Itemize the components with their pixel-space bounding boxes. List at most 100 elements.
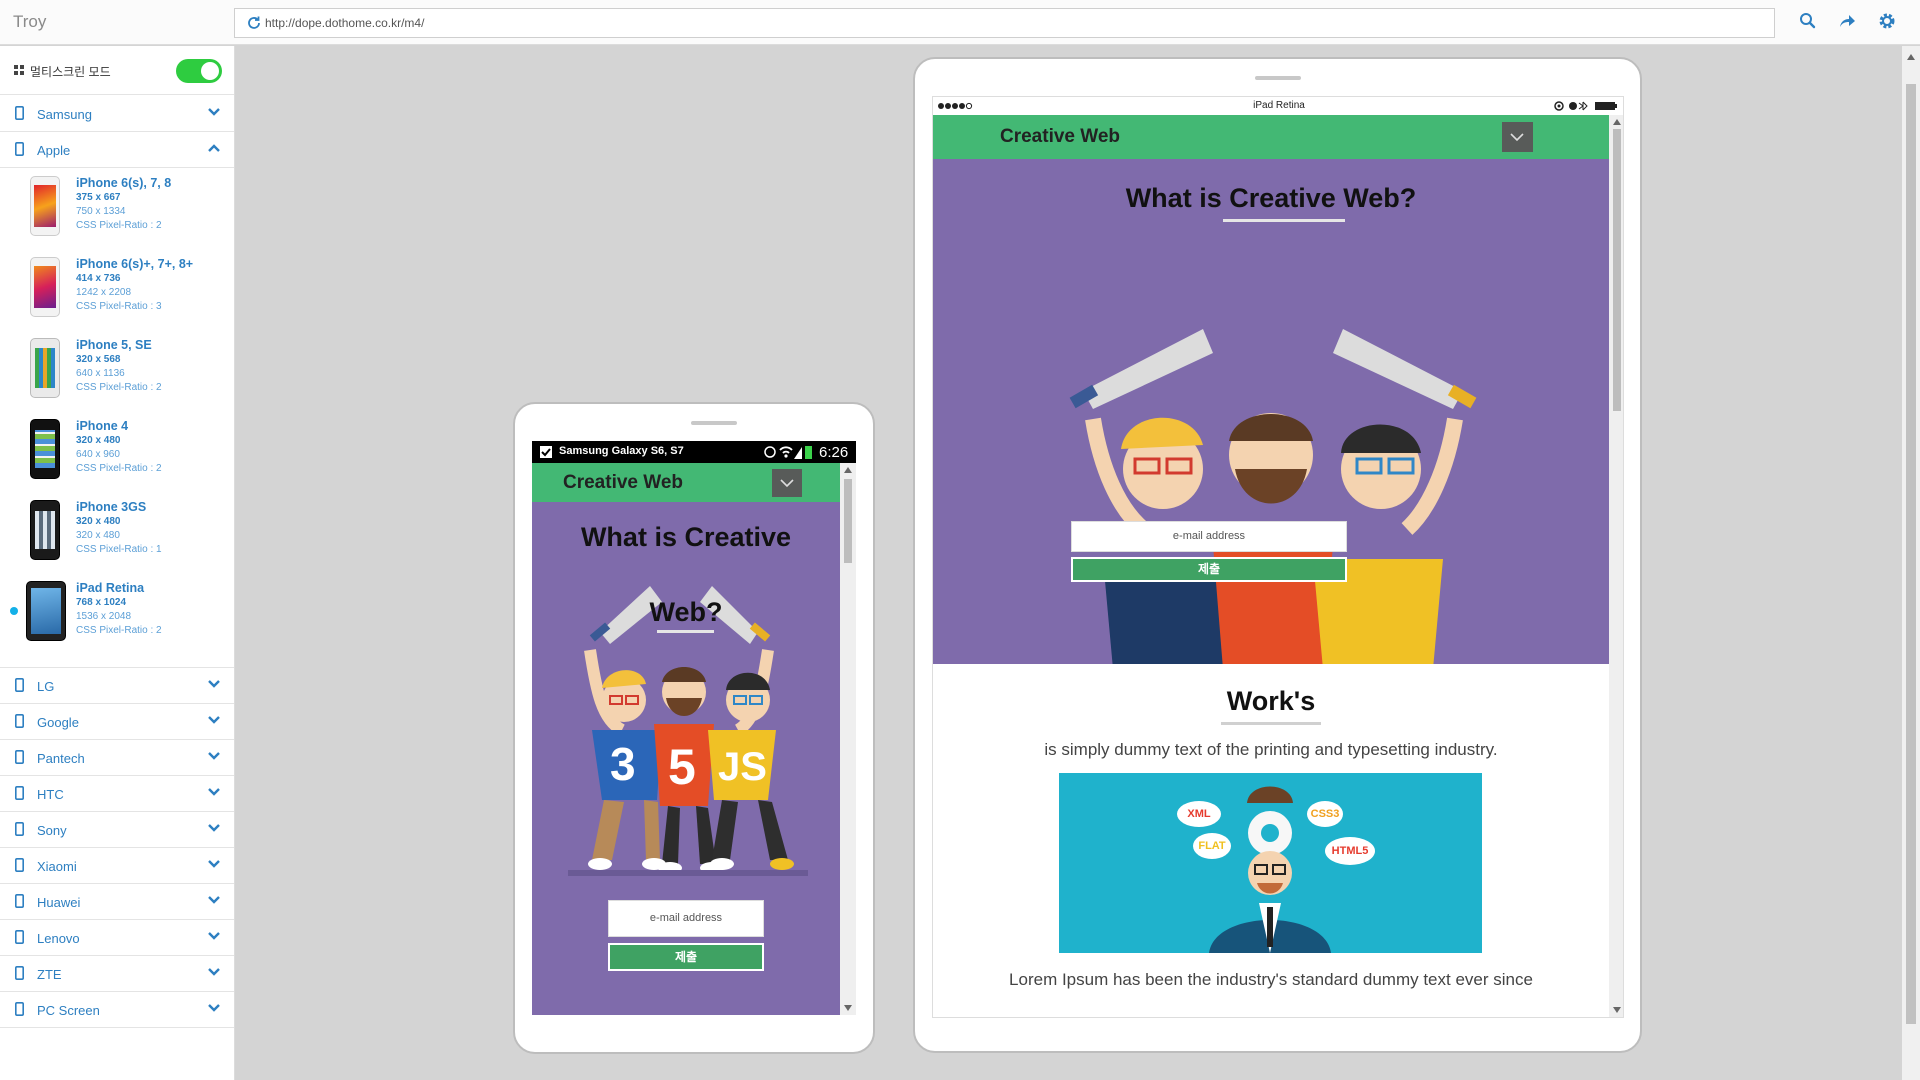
email-input[interactable]: e-mail address bbox=[1071, 521, 1347, 552]
submit-button[interactable]: 제출 bbox=[1071, 557, 1347, 582]
grid-icon bbox=[14, 65, 24, 75]
submit-button[interactable]: 제출 bbox=[608, 943, 764, 971]
device-iphone-5[interactable]: iPhone 5, SE 320 x 568 640 x 1136 CSS Pi… bbox=[0, 332, 234, 413]
phone-screen[interactable]: Samsung Galaxy S6, S7 6:26 Creative Web … bbox=[532, 441, 856, 1015]
brand-label: Xiaomi bbox=[37, 859, 77, 874]
toggle-knob bbox=[201, 62, 219, 80]
signal-battery-icon bbox=[764, 446, 812, 459]
bubble-xml: XML bbox=[1177, 801, 1221, 827]
chevron-down-icon[interactable] bbox=[207, 823, 221, 833]
hero-section: What is Creative Web? e-mail address 제출 bbox=[933, 159, 1609, 664]
svg-text:3: 3 bbox=[610, 738, 636, 790]
email-input[interactable]: e-mail address bbox=[608, 900, 764, 937]
site-title[interactable]: Creative Web bbox=[563, 472, 683, 494]
scroll-down-icon[interactable] bbox=[1613, 1007, 1621, 1013]
device-iphone-6-plus[interactable]: iPhone 6(s)+, 7+, 8+ 414 x 736 1242 x 22… bbox=[0, 251, 234, 332]
phone-scrollbar[interactable] bbox=[840, 463, 856, 1015]
device-iphone-6[interactable]: iPhone 6(s), 7, 8 375 x 667 750 x 1334 C… bbox=[0, 170, 234, 251]
device-physical-resolution: 320 x 480 bbox=[76, 530, 120, 541]
chevron-down-icon[interactable] bbox=[207, 895, 221, 905]
scroll-down-icon[interactable] bbox=[844, 1005, 852, 1011]
device-name: iPad Retina bbox=[76, 581, 145, 595]
device-pixel-ratio: CSS Pixel-Ratio : 2 bbox=[76, 220, 162, 231]
works-title: Work's bbox=[1226, 686, 1316, 716]
bubble-flat: FLAT bbox=[1193, 833, 1231, 859]
brand-zte[interactable]: ZTE bbox=[0, 956, 234, 992]
scroll-up-icon[interactable] bbox=[1613, 119, 1621, 125]
scroll-up-icon[interactable] bbox=[1907, 54, 1915, 60]
device-name: iPhone 6(s), 7, 8 bbox=[76, 176, 172, 190]
brand-sony[interactable]: Sony bbox=[0, 812, 234, 848]
brand-label: HTC bbox=[37, 787, 64, 802]
brand-huawei[interactable]: Huawei bbox=[0, 884, 234, 920]
multiscreen-row: 멀티스크린 모드 bbox=[0, 46, 234, 95]
device-ipad-retina[interactable]: iPad Retina 768 x 1024 1536 x 2048 CSS P… bbox=[0, 575, 234, 656]
brand-label: Apple bbox=[37, 143, 71, 158]
developers-illustration bbox=[1069, 329, 1477, 664]
iphone-thumbnail bbox=[30, 257, 60, 317]
site-title[interactable]: Creative Web bbox=[1000, 126, 1120, 148]
site-navbar: Creative Web bbox=[933, 115, 1609, 159]
chevron-down-icon[interactable] bbox=[207, 1003, 221, 1013]
brand-htc[interactable]: HTC bbox=[0, 776, 234, 812]
iphone-thumbnail bbox=[30, 176, 60, 236]
scroll-up-icon[interactable] bbox=[844, 467, 852, 473]
brand-label: Samsung bbox=[37, 107, 92, 122]
scroll-thumb[interactable] bbox=[844, 479, 852, 563]
device-physical-resolution: 640 x 1136 bbox=[76, 368, 125, 379]
device-physical-resolution: 640 x 960 bbox=[76, 449, 120, 460]
speaker-slot bbox=[691, 421, 737, 425]
site-navbar: Creative Web bbox=[532, 463, 840, 502]
ipad-thumbnail bbox=[26, 581, 66, 641]
mobile-icon bbox=[15, 966, 24, 980]
brand-pantech[interactable]: Pantech bbox=[0, 740, 234, 776]
search-icon[interactable] bbox=[1798, 11, 1818, 31]
url-text[interactable]: http://dope.dothome.co.kr/m4/ bbox=[265, 16, 424, 30]
mobile-icon bbox=[15, 714, 24, 728]
device-label: iPad Retina bbox=[1253, 100, 1305, 111]
chevron-down-icon[interactable] bbox=[207, 787, 221, 797]
works-underline bbox=[1221, 722, 1321, 725]
menu-toggle-button[interactable] bbox=[1502, 122, 1533, 152]
chevron-down-icon[interactable] bbox=[207, 715, 221, 725]
address-bar[interactable]: http://dope.dothome.co.kr/m4/ bbox=[234, 8, 1775, 38]
device-iphone-3gs[interactable]: iPhone 3GS 320 x 480 320 x 480 CSS Pixel… bbox=[0, 494, 234, 575]
brand-samsung[interactable]: Samsung bbox=[0, 96, 234, 132]
brand-google[interactable]: Google bbox=[0, 704, 234, 740]
device-physical-resolution: 1242 x 2208 bbox=[76, 287, 132, 298]
lorem-text: Lorem Ipsum has been the industry's stan… bbox=[1009, 970, 1533, 989]
chevron-down-icon[interactable] bbox=[207, 107, 221, 117]
gear-icon[interactable] bbox=[1877, 11, 1897, 31]
chevron-down-icon[interactable] bbox=[207, 679, 221, 689]
brand-lg[interactable]: LG bbox=[0, 668, 234, 704]
brand-lenovo[interactable]: Lenovo bbox=[0, 920, 234, 956]
brand-label: Pantech bbox=[37, 751, 85, 766]
device-iphone-4[interactable]: iPhone 4 320 x 480 640 x 960 CSS Pixel-R… bbox=[0, 413, 234, 494]
chevron-down-icon[interactable] bbox=[207, 967, 221, 977]
window-scrollbar[interactable] bbox=[1902, 46, 1920, 1080]
share-icon[interactable] bbox=[1837, 11, 1857, 31]
chevron-up-icon[interactable] bbox=[207, 143, 221, 153]
device-name: iPhone 5, SE bbox=[76, 338, 152, 352]
device-name: iPhone 3GS bbox=[76, 500, 147, 514]
mobile-icon bbox=[15, 142, 24, 156]
device-resolution: 375 x 667 bbox=[76, 192, 121, 203]
scroll-thumb[interactable] bbox=[1906, 84, 1916, 1024]
mobile-icon bbox=[15, 678, 24, 692]
mobile-icon bbox=[15, 858, 24, 872]
refresh-icon[interactable] bbox=[246, 15, 262, 31]
menu-toggle-button[interactable] bbox=[772, 469, 802, 497]
scroll-thumb[interactable] bbox=[1613, 129, 1621, 411]
chevron-down-icon[interactable] bbox=[207, 931, 221, 941]
chevron-down-icon[interactable] bbox=[207, 859, 221, 869]
brand-pc-screen[interactable]: PC Screen bbox=[0, 992, 234, 1028]
brand-xiaomi[interactable]: Xiaomi bbox=[0, 848, 234, 884]
ipad-scrollbar[interactable] bbox=[1609, 115, 1623, 1017]
brand-apple[interactable]: Apple bbox=[0, 132, 234, 168]
brand-label: ZTE bbox=[37, 967, 62, 982]
multiscreen-toggle[interactable] bbox=[176, 59, 222, 83]
ipad-screen[interactable]: iPad Retina Creative Web What is Creativ… bbox=[932, 96, 1624, 1018]
chevron-down-icon[interactable] bbox=[207, 751, 221, 761]
hero-headline: What is Creative bbox=[580, 522, 792, 552]
device-pixel-ratio: CSS Pixel-Ratio : 2 bbox=[76, 463, 162, 474]
